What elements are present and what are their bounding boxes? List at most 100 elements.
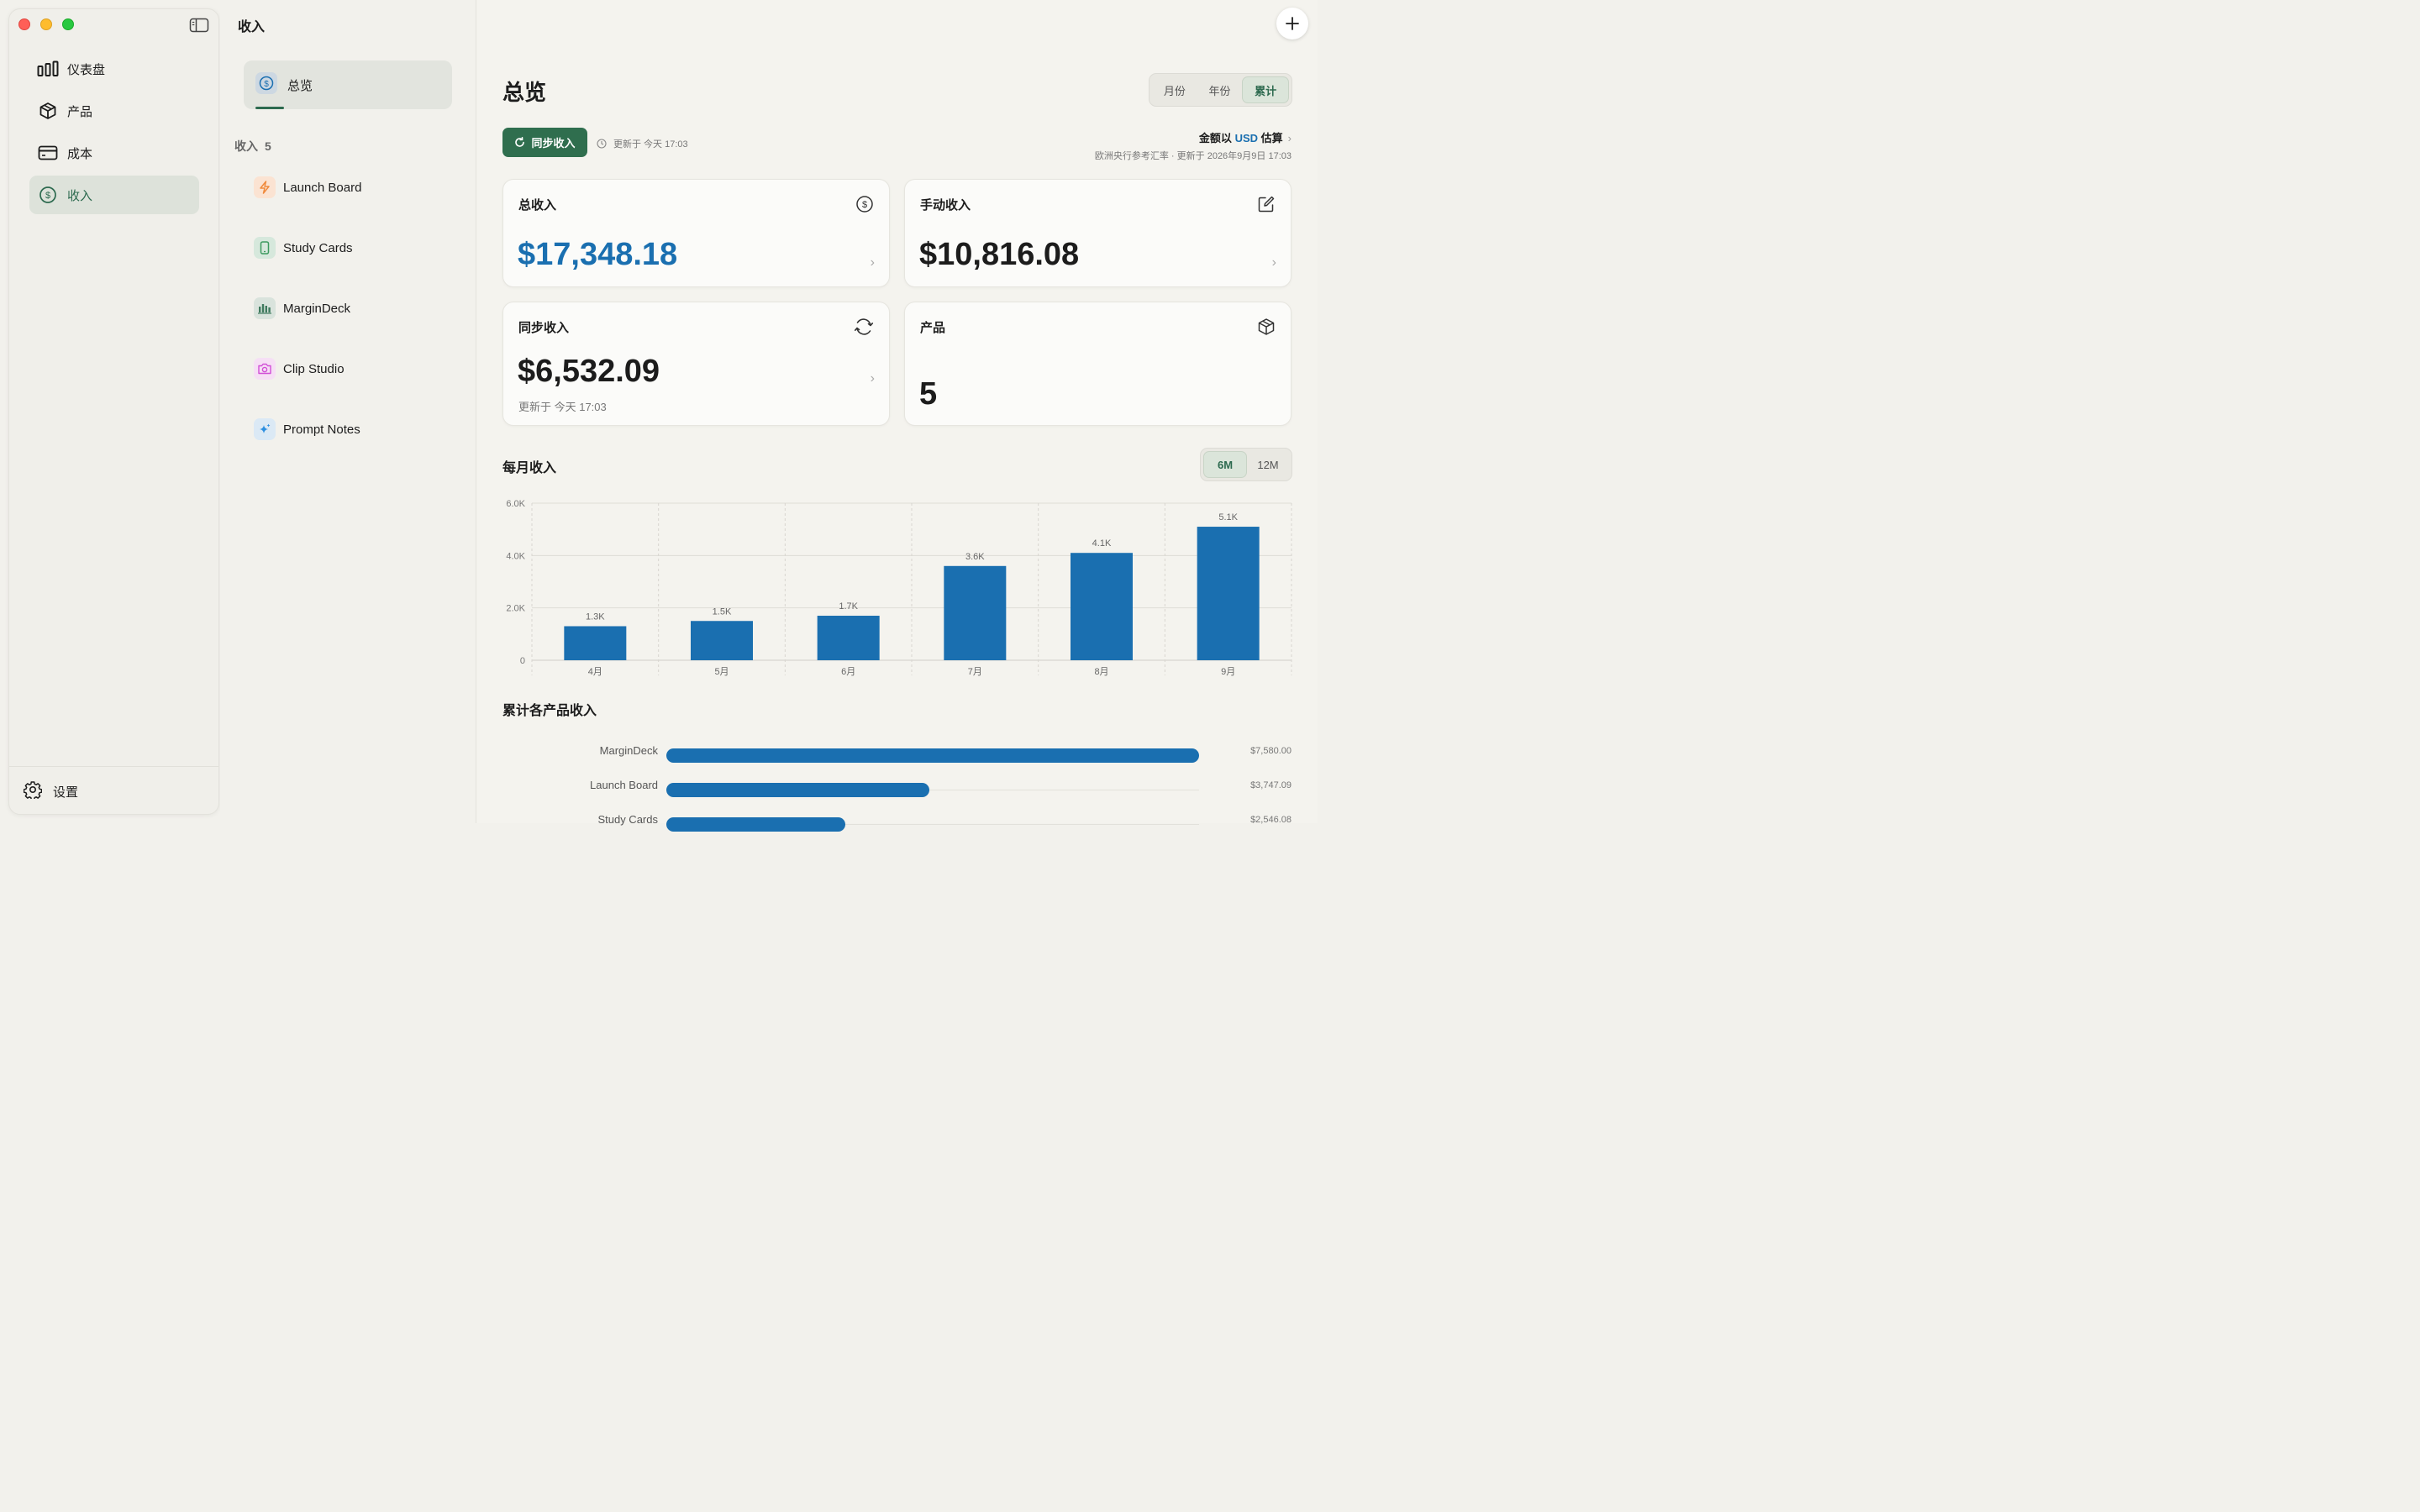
sidebar-item-revenue[interactable]: $ 收入 (29, 176, 199, 214)
x-tick-label: 5月 (714, 667, 729, 677)
zoom-window-button[interactable] (62, 18, 74, 30)
bar (944, 565, 1007, 660)
last-updated-text: 更新于 今天 17:03 (613, 139, 688, 150)
period-segmented-control: 月份 年份 累计 (1149, 73, 1292, 107)
card-title: 同步收入 (518, 321, 570, 335)
y-tick-label: 4.0K (506, 551, 525, 561)
exchange-rate-note: 欧洲央行参考汇率 · 更新于 2026年9月9日 17:03 (1094, 151, 1292, 161)
range-12m-option[interactable]: 12M (1247, 451, 1289, 478)
bar (691, 621, 753, 660)
list-item[interactable]: Study Cards (254, 230, 455, 291)
sync-button-label: 同步收入 (531, 137, 576, 150)
sidebar-item-dashboard[interactable]: 仪表盘 (29, 50, 199, 88)
period-year-option[interactable]: 年份 (1197, 76, 1243, 103)
product-list: Launch Board Study Cards MarginDeck Clip… (254, 170, 455, 472)
close-window-button[interactable] (18, 18, 30, 30)
manual-revenue-card[interactable]: 手动收入 $10,816.08 › (904, 179, 1292, 287)
currency-code: USD (1234, 132, 1259, 144)
sidebar-item-label: 产品 (67, 104, 93, 119)
overview-item[interactable]: $ 总览 (244, 60, 452, 109)
list-title: 收入 (238, 20, 266, 34)
sync-revenue-button[interactable]: 同步收入 (502, 128, 587, 157)
svg-text:$: $ (45, 191, 50, 201)
sidebar-item-products[interactable]: 产品 (29, 92, 199, 130)
products-count-card[interactable]: 产品 5 (904, 302, 1292, 426)
currency-line: 金额以 USD 估算 › (1095, 129, 1292, 145)
x-tick-label: 9月 (1221, 667, 1235, 677)
phone-icon (254, 237, 276, 259)
y-tick-label: 0 (520, 656, 525, 666)
period-cumulative-option[interactable]: 累计 (1242, 76, 1290, 103)
bar-value-label: $3,747.09 (1250, 780, 1292, 790)
sidebar-item-label: 收入 (67, 188, 93, 203)
monthly-revenue-chart: 0 2.0K 4.0K 6.0K 1.3K 4月 1.5K 5月 1.7K 6月 3.6K 7月 4.1… (506, 499, 1292, 677)
page-title: 总览 (502, 80, 547, 105)
product-revenue-row: Launch Board $3,747.09 (476, 777, 1318, 797)
cumulative-revenue-title: 累计各产品收入 (502, 704, 597, 718)
product-revenue-row: MarginDeck $7,580.00 (476, 743, 1318, 763)
add-button[interactable] (1276, 8, 1308, 39)
gear-icon (23, 780, 43, 803)
range-segmented-control: 6M 12M (1200, 448, 1292, 481)
chevron-right-icon: › (1287, 132, 1292, 144)
currency-suffix: 估算 (1260, 132, 1283, 144)
settings-button[interactable]: 设置 (23, 780, 78, 803)
product-name-label: Study Cards (597, 813, 658, 826)
card-value: $10,816.08 (919, 237, 1080, 272)
list-item[interactable]: Clip Studio (254, 351, 455, 412)
box-icon (37, 100, 59, 122)
bar-value-label: $2,546.08 (1250, 815, 1292, 825)
currency-prefix: 金额以 (1198, 132, 1232, 144)
dollar-circle-icon: $ (37, 184, 59, 206)
bar (666, 748, 1199, 763)
list-item[interactable]: MarginDeck (254, 291, 455, 351)
section-header: 收入 5 (234, 138, 271, 155)
x-tick-label: 7月 (968, 667, 982, 677)
synced-revenue-card[interactable]: 同步收入 $6,532.09 更新于 今天 17:03 › (502, 302, 890, 426)
currency-selector[interactable]: 金额以 USD 估算 › 欧洲央行参考汇率 · 更新于 2026年9月9日 17:… (1095, 129, 1292, 162)
product-name: Study Cards (283, 241, 353, 255)
chevron-right-icon: › (870, 371, 875, 386)
bar-value-label: 1.5K (713, 606, 732, 617)
period-month-option[interactable]: 月份 (1152, 76, 1197, 103)
card-icon (37, 142, 59, 164)
selection-indicator (255, 107, 284, 109)
sidebar-item-label: 成本 (67, 146, 93, 161)
x-tick-label: 8月 (1094, 667, 1108, 677)
section-count: 5 (265, 139, 271, 153)
product-name-label: Launch Board (590, 779, 658, 791)
minimize-window-button[interactable] (40, 18, 52, 30)
card-value: $17,348.18 (518, 237, 678, 272)
bar-value-label: 4.1K (1092, 538, 1112, 549)
box-icon (1257, 318, 1276, 340)
plus-icon (1286, 17, 1299, 30)
edit-icon (1257, 195, 1276, 218)
camera-icon (254, 358, 276, 380)
bar (564, 626, 627, 660)
bar-value-label: $7,580.00 (1250, 746, 1292, 756)
sidebar-item-costs[interactable]: 成本 (29, 134, 199, 172)
card-title: 产品 (920, 321, 946, 335)
sidebar-toggle-icon[interactable] (189, 18, 209, 33)
chevron-right-icon: › (1271, 255, 1276, 270)
bar-chart-icon (37, 58, 59, 80)
list-item[interactable]: Prompt Notes (254, 412, 455, 472)
bar-value-label: 3.6K (965, 552, 985, 562)
bar (817, 616, 880, 660)
bar (666, 783, 930, 797)
total-revenue-card[interactable]: 总收入 $ $17,348.18 › (502, 179, 890, 287)
sync-icon (854, 318, 874, 340)
refresh-icon (515, 137, 525, 147)
clock-icon (597, 139, 607, 149)
bar (666, 817, 845, 832)
sidebar-item-label: 仪表盘 (67, 62, 106, 77)
range-6m-option[interactable]: 6M (1203, 451, 1247, 478)
revenue-list-pane: 收入 $ 总览 收入 5 Launch Board Study Cards Mar… (220, 0, 476, 823)
chevron-right-icon: › (870, 255, 875, 270)
bar-value-label: 1.3K (586, 612, 605, 622)
card-subtitle: 更新于 今天 17:03 (518, 401, 607, 413)
sidebar: 仪表盘 产品 成本 $ 收入 设置 (8, 8, 219, 815)
overview-label: 总览 (287, 78, 313, 93)
list-item[interactable]: Launch Board (254, 170, 455, 230)
sidebar-divider (9, 766, 218, 767)
